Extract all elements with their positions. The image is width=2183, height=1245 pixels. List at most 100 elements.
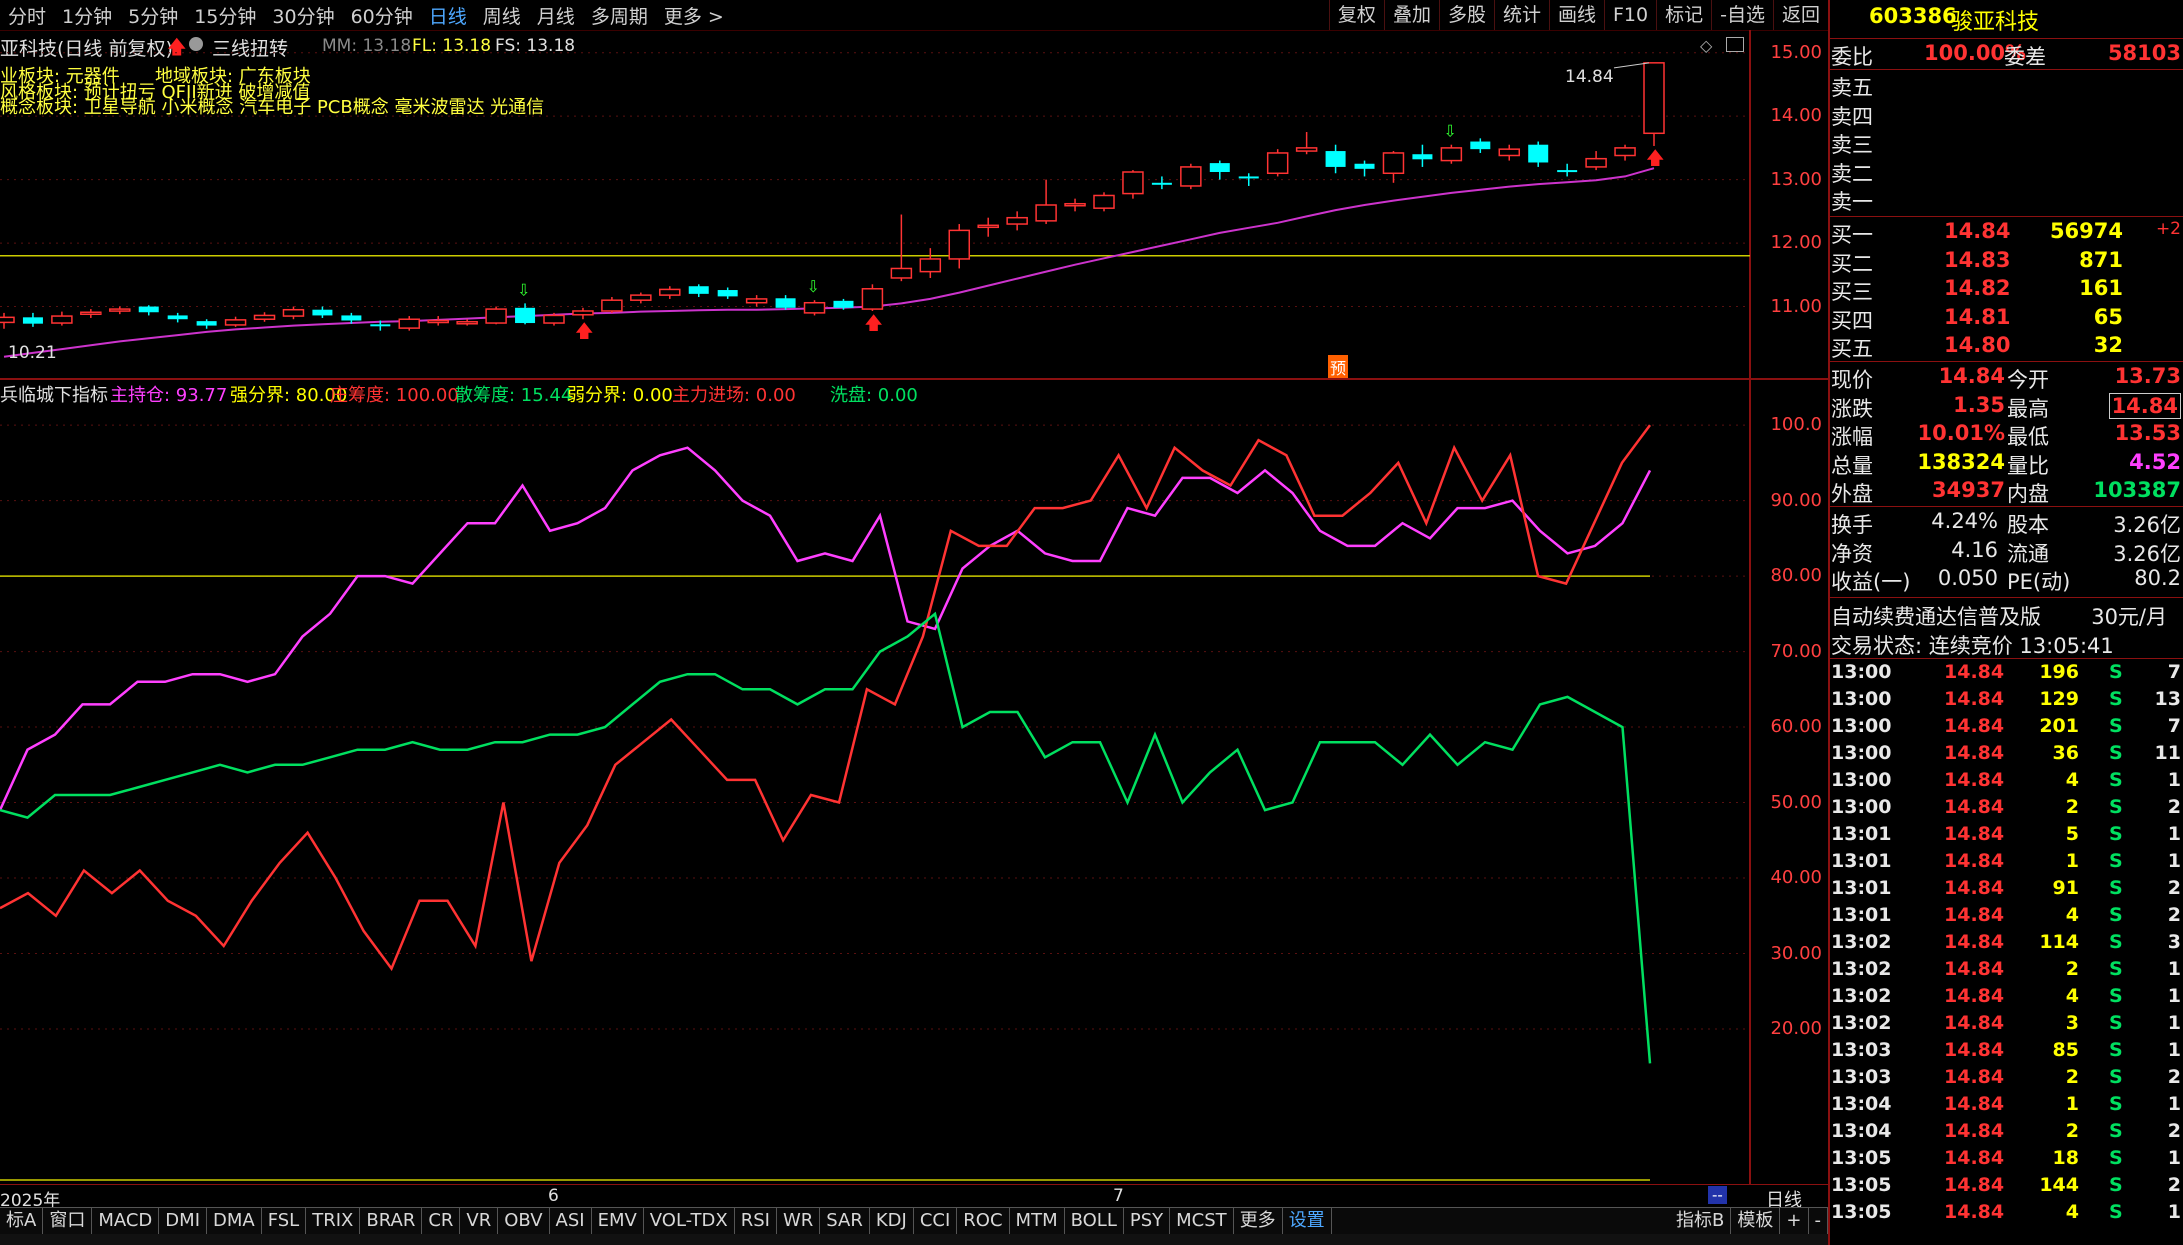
- chart-tool-button[interactable]: F10: [1604, 0, 1656, 30]
- candle[interactable]: [1470, 138, 1491, 153]
- bid-row[interactable]: 买五 14.80 32: [1829, 333, 2183, 361]
- template-tab[interactable]: 模板: [1731, 1208, 1781, 1234]
- ask-row[interactable]: 卖一: [1829, 186, 2183, 214]
- candle[interactable]: [312, 306, 333, 318]
- candle[interactable]: [1209, 160, 1230, 180]
- candle[interactable]: [485, 306, 507, 325]
- candle[interactable]: [977, 217, 999, 237]
- period-tab[interactable]: 更多 >: [656, 2, 732, 29]
- candle[interactable]: [138, 305, 159, 316]
- chart-tool-button[interactable]: 标记: [1656, 0, 1711, 30]
- candle[interactable]: [1064, 198, 1086, 212]
- indicator-tab[interactable]: VR: [460, 1208, 499, 1234]
- candle[interactable]: [167, 312, 188, 323]
- indicator-tab[interactable]: RSI: [735, 1208, 777, 1234]
- period-tab[interactable]: 5分钟: [120, 2, 186, 29]
- ask-row[interactable]: 卖三: [1829, 129, 2183, 157]
- candle[interactable]: [1557, 163, 1578, 177]
- candle[interactable]: [948, 224, 971, 269]
- indicator-tab[interactable]: CCI: [914, 1208, 958, 1234]
- chart-tool-button[interactable]: 多股: [1438, 0, 1494, 30]
- chart-tool-button[interactable]: 复权: [1328, 0, 1384, 30]
- period-tab[interactable]: 周线: [475, 2, 529, 29]
- candle[interactable]: [109, 306, 131, 315]
- period-tab[interactable]: 1分钟: [54, 2, 120, 29]
- indicator-tab[interactable]: EMV: [592, 1208, 644, 1234]
- bid-row[interactable]: 买二 14.83 871: [1829, 248, 2183, 276]
- period-tab[interactable]: 60分钟: [343, 2, 421, 29]
- bid-row[interactable]: 买四 14.81 65: [1829, 305, 2183, 333]
- candle[interactable]: [398, 316, 421, 331]
- period-tab[interactable]: 日线: [421, 2, 475, 29]
- indicator-chart[interactable]: [0, 380, 1828, 1185]
- candle[interactable]: [1238, 173, 1259, 186]
- candle[interactable]: [601, 297, 623, 313]
- period-tab[interactable]: 多周期: [583, 2, 656, 29]
- candle[interactable]: [282, 306, 305, 320]
- period-tab[interactable]: 15分钟: [186, 2, 264, 29]
- candle[interactable]: [1122, 170, 1144, 199]
- promo-text[interactable]: 自动续费通达信普及版: [1831, 601, 2041, 631]
- candle[interactable]: [196, 319, 217, 329]
- period-tab[interactable]: 分时: [0, 2, 54, 29]
- ask-row[interactable]: 卖四: [1829, 101, 2183, 129]
- template-tab[interactable]: +: [1780, 1208, 1809, 1234]
- candle[interactable]: [1266, 149, 1289, 177]
- indicator-tab[interactable]: FSL: [262, 1208, 307, 1234]
- candle[interactable]: [775, 295, 796, 310]
- chart-tool-button[interactable]: 统计: [1493, 0, 1549, 30]
- candle[interactable]: [1035, 179, 1057, 225]
- indicator-tab[interactable]: TRIX: [306, 1208, 361, 1234]
- candle[interactable]: [1412, 144, 1433, 167]
- candle[interactable]: [1614, 144, 1636, 161]
- indicator-tab[interactable]: WR: [777, 1208, 821, 1234]
- indicator-tab[interactable]: KDJ: [870, 1208, 914, 1234]
- indicator-tab[interactable]: 更多: [1234, 1208, 1283, 1234]
- indicator-tab[interactable]: ROC: [957, 1208, 1010, 1234]
- ask-row[interactable]: 卖二: [1829, 158, 2183, 186]
- candle[interactable]: [1382, 151, 1405, 183]
- indicator-tab[interactable]: OBV: [498, 1208, 550, 1234]
- period-tab[interactable]: 30分钟: [264, 2, 342, 29]
- candle[interactable]: [1295, 132, 1318, 155]
- candle[interactable]: [427, 316, 449, 326]
- chart-tool-button[interactable]: 返回: [1772, 0, 1828, 30]
- candle[interactable]: [1093, 192, 1115, 212]
- period-tab[interactable]: 月线: [529, 2, 583, 29]
- indicator-tab[interactable]: MACD: [92, 1208, 160, 1234]
- promo-price[interactable]: 30元/月: [2091, 601, 2167, 631]
- candle[interactable]: [1528, 141, 1549, 167]
- bid-row[interactable]: 买一 14.84 56974 +2: [1829, 219, 2183, 247]
- candle[interactable]: [1006, 211, 1028, 231]
- candle[interactable]: [919, 248, 942, 278]
- candle[interactable]: [22, 312, 43, 327]
- chart-tool-button[interactable]: -自选: [1711, 0, 1773, 30]
- candle[interactable]: [717, 287, 738, 299]
- candle[interactable]: [803, 300, 826, 316]
- candle[interactable]: [224, 316, 247, 327]
- candle[interactable]: [890, 214, 913, 282]
- candle[interactable]: [1325, 144, 1346, 174]
- indicator-tab[interactable]: SAR: [820, 1208, 870, 1234]
- candle[interactable]: [1643, 62, 1665, 146]
- candle[interactable]: [630, 292, 652, 304]
- template-tab[interactable]: 指标B: [1670, 1208, 1732, 1234]
- chart-tool-button[interactable]: 画线: [1548, 0, 1604, 30]
- indicator-tab[interactable]: MCST: [1170, 1208, 1234, 1234]
- candle[interactable]: [1440, 144, 1463, 164]
- candle[interactable]: [1354, 160, 1375, 177]
- indicator-tab[interactable]: DMI: [159, 1208, 207, 1234]
- scroll-box[interactable]: --: [1708, 1186, 1727, 1204]
- indicator-tab[interactable]: DMA: [207, 1208, 262, 1234]
- bid-row[interactable]: 买三 14.82 161: [1829, 276, 2183, 304]
- chart-tool-button[interactable]: 叠加: [1383, 0, 1439, 30]
- indicator-tab[interactable]: VOL-TDX: [644, 1208, 735, 1234]
- indicator-tab[interactable]: ASI: [550, 1208, 592, 1234]
- indicator-tab[interactable]: 标A: [0, 1208, 44, 1234]
- candle[interactable]: [1585, 151, 1607, 171]
- candle[interactable]: [253, 312, 276, 322]
- template-tab[interactable]: -: [1809, 1208, 1828, 1234]
- candle[interactable]: [745, 295, 768, 307]
- ask-row[interactable]: 卖五: [1829, 72, 2183, 100]
- candle[interactable]: [543, 312, 565, 326]
